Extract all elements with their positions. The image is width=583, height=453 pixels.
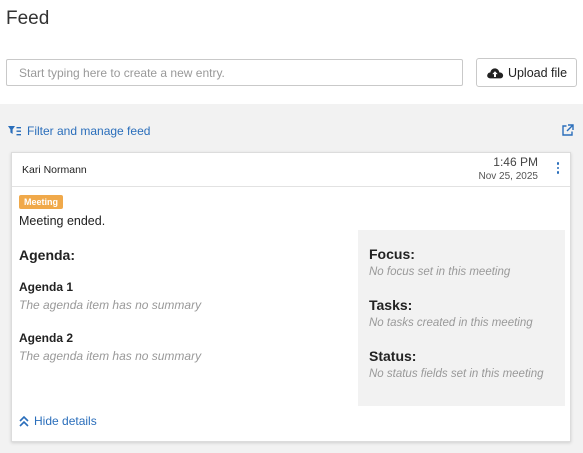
new-entry-input[interactable] — [6, 59, 463, 86]
cloud-upload-icon — [487, 67, 504, 78]
agenda-item-summary: The agenda item has no summary — [19, 298, 202, 312]
page-title: Feed — [6, 8, 50, 29]
agenda-item-title: Agenda 2 — [19, 331, 74, 345]
more-options-icon[interactable] — [556, 162, 560, 176]
double-chevron-up-icon — [19, 415, 29, 427]
focus-section: Focus: No focus set in this meeting — [369, 246, 510, 278]
agenda-item-summary: The agenda item has no summary — [19, 349, 202, 363]
hide-details-label: Hide details — [34, 414, 97, 428]
status-text: No status fields set in this meeting — [369, 368, 544, 380]
agenda-heading: Agenda: — [19, 247, 75, 263]
upload-file-button[interactable]: Upload file — [476, 58, 577, 87]
upload-file-label: Upload file — [507, 65, 568, 80]
entry-time: 1:46 PM — [493, 155, 538, 169]
agenda-item: Agenda 1 The agenda item has no summary — [19, 280, 201, 312]
focus-title: Focus: — [369, 246, 415, 262]
tasks-text: No tasks created in this meeting — [369, 317, 533, 329]
author-name: Kari Normann — [22, 164, 87, 176]
filter-feed-label: Filter and manage feed — [27, 124, 151, 138]
tasks-title: Tasks: — [369, 297, 413, 313]
tasks-section: Tasks: No tasks created in this meeting — [369, 297, 533, 329]
card-header: Kari Normann 1:46 PM Nov 25, 2025 — [12, 153, 570, 187]
feed-entry-card: Kari Normann 1:46 PM Nov 25, 2025 Meetin… — [11, 152, 571, 442]
meeting-status-text: Meeting ended. — [19, 214, 106, 228]
status-section: Status: No status fields set in this mee… — [369, 348, 544, 380]
agenda-item: Agenda 2 The agenda item has no summary — [19, 331, 201, 363]
hide-details-link[interactable]: Hide details — [19, 414, 97, 428]
feed-area: Filter and manage feed Kari Normann 1:46… — [0, 104, 583, 453]
entry-date: Nov 25, 2025 — [478, 171, 539, 182]
meeting-details-panel: Focus: No focus set in this meeting Task… — [358, 230, 565, 406]
external-link-icon[interactable] — [561, 124, 574, 137]
filter-icon — [8, 125, 21, 135]
focus-text: No focus set in this meeting — [369, 266, 511, 278]
meeting-badge: Meeting — [19, 195, 64, 209]
status-title: Status: — [369, 348, 417, 364]
filter-feed-link[interactable]: Filter and manage feed — [8, 124, 150, 138]
agenda-item-title: Agenda 1 — [19, 280, 74, 294]
